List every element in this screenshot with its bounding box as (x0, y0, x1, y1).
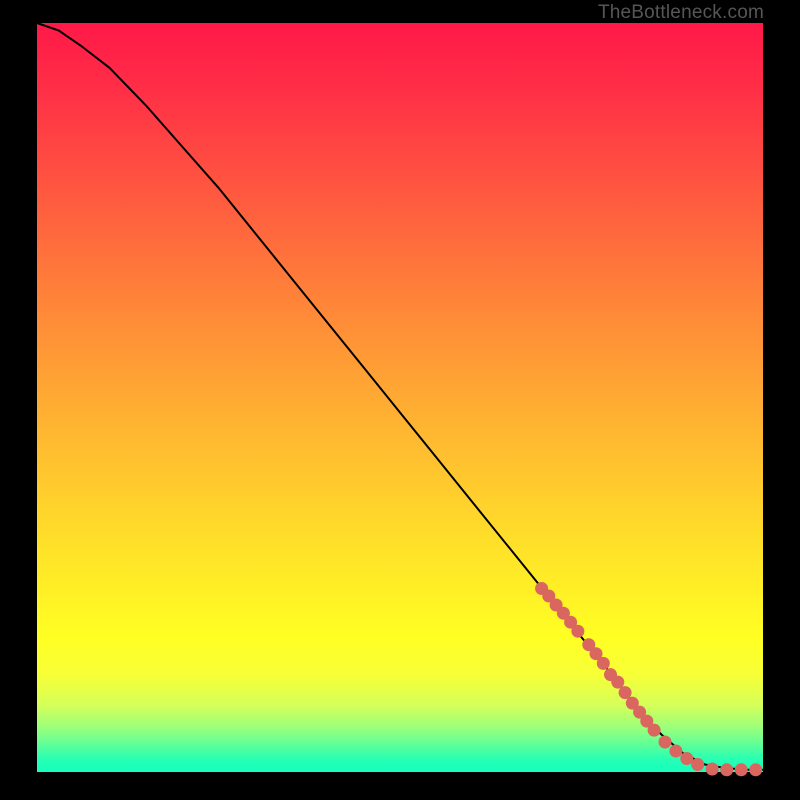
data-marker (706, 763, 719, 776)
data-marker (619, 686, 632, 699)
data-marker (669, 745, 682, 758)
attribution-text: TheBottleneck.com (598, 2, 764, 24)
marker-group (535, 582, 762, 776)
data-marker (611, 676, 624, 689)
data-marker (691, 758, 704, 771)
curve-line (37, 23, 763, 770)
data-marker (680, 752, 693, 765)
data-marker (571, 625, 584, 638)
data-marker (720, 763, 733, 776)
data-marker (597, 657, 610, 670)
data-marker (749, 763, 762, 776)
figure-root: TheBottleneck.com (0, 0, 800, 800)
data-marker (648, 724, 661, 737)
data-marker (735, 763, 748, 776)
data-marker (659, 736, 672, 749)
chart-overlay (37, 23, 763, 772)
